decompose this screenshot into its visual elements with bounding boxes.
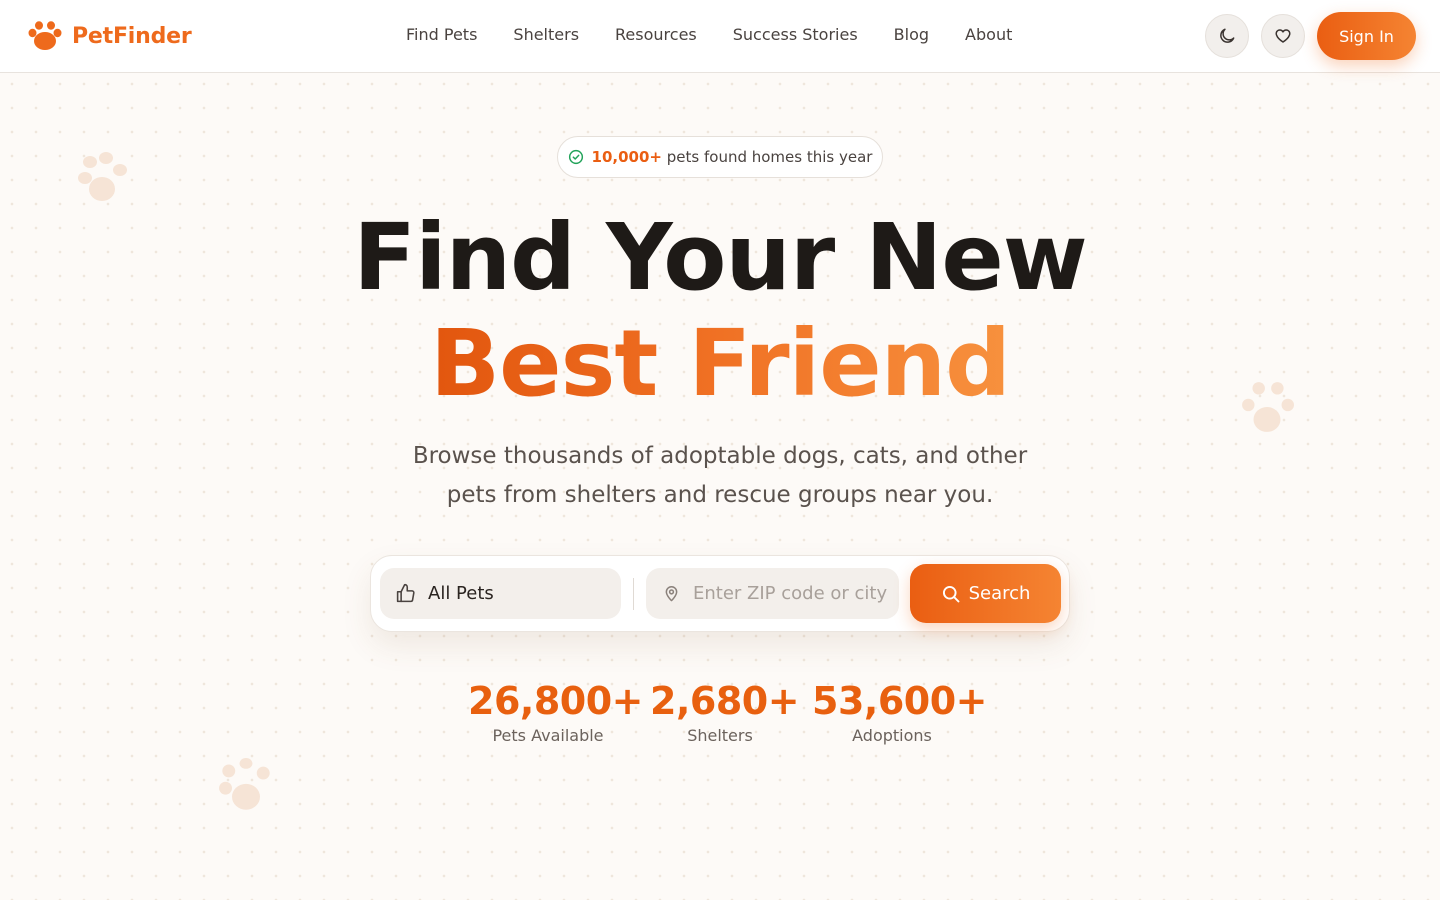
search-bar: All Pets Search [370, 555, 1070, 632]
badge-text: pets found homes this year [666, 148, 873, 166]
stat-pets-available: 26,800+ Pets Available [468, 678, 643, 745]
hero-title-line-1: Find Your New [353, 204, 1087, 311]
check-circle-icon [568, 149, 583, 165]
search-divider [633, 578, 634, 610]
map-pin-icon [665, 586, 678, 602]
stat-value: 53,600+ [812, 679, 987, 723]
nav-item-blog[interactable]: Blog [894, 25, 929, 44]
nav-item-resources[interactable]: Resources [615, 25, 697, 44]
nav-item-about[interactable]: About [965, 25, 1012, 44]
search-button[interactable]: Search [910, 564, 1061, 623]
logo[interactable]: PetFinder [28, 20, 192, 52]
hero-title-line-2: Best Friend [0, 312, 1440, 416]
location-field[interactable] [646, 568, 899, 619]
adoption-badge: 10,000+ pets found homes this year [557, 136, 883, 178]
logo-text: PetFinder [72, 23, 192, 49]
badge-highlight: 10,000+ [591, 148, 662, 166]
nav-item-find-pets[interactable]: Find Pets [406, 25, 477, 44]
paw-decoration-icon [219, 758, 270, 810]
stat-adoptions: 53,600+ Adoptions [812, 678, 987, 745]
stat-label: Shelters [687, 726, 753, 745]
heart-icon [1275, 29, 1291, 43]
stat-shelters: 2,680+ Shelters [650, 678, 800, 745]
sign-in-button[interactable]: Sign In [1317, 12, 1416, 60]
stat-label: Adoptions [852, 726, 932, 745]
hero-subtitle: Browse thousands of adoptable dogs, cats… [412, 443, 1028, 508]
stat-value: 26,800+ [468, 679, 643, 723]
theme-toggle-button[interactable] [1205, 14, 1249, 58]
paw-decoration-icon [78, 152, 127, 201]
nav-item-success-stories[interactable]: Success Stories [733, 25, 858, 44]
main-nav: Find Pets Shelters Resources Success Sto… [406, 25, 1048, 44]
paw-icon [28, 21, 62, 50]
pet-type-value: All Pets [428, 583, 494, 604]
location-input[interactable] [693, 583, 893, 604]
stat-label: Pets Available [492, 726, 604, 745]
thumbs-up-icon [396, 583, 415, 603]
moon-icon [1220, 28, 1235, 43]
top-navbar: PetFinder Find Pets Shelters Resources S… [0, 0, 1440, 73]
favorites-button[interactable] [1261, 14, 1305, 58]
nav-item-shelters[interactable]: Shelters [513, 25, 579, 44]
hero-title-highlight: Best Friend [430, 310, 1011, 417]
stat-value: 2,680+ [650, 679, 800, 723]
search-icon [942, 585, 960, 602]
search-button-label: Search [968, 583, 1031, 604]
pet-type-select[interactable]: All Pets [380, 568, 621, 619]
